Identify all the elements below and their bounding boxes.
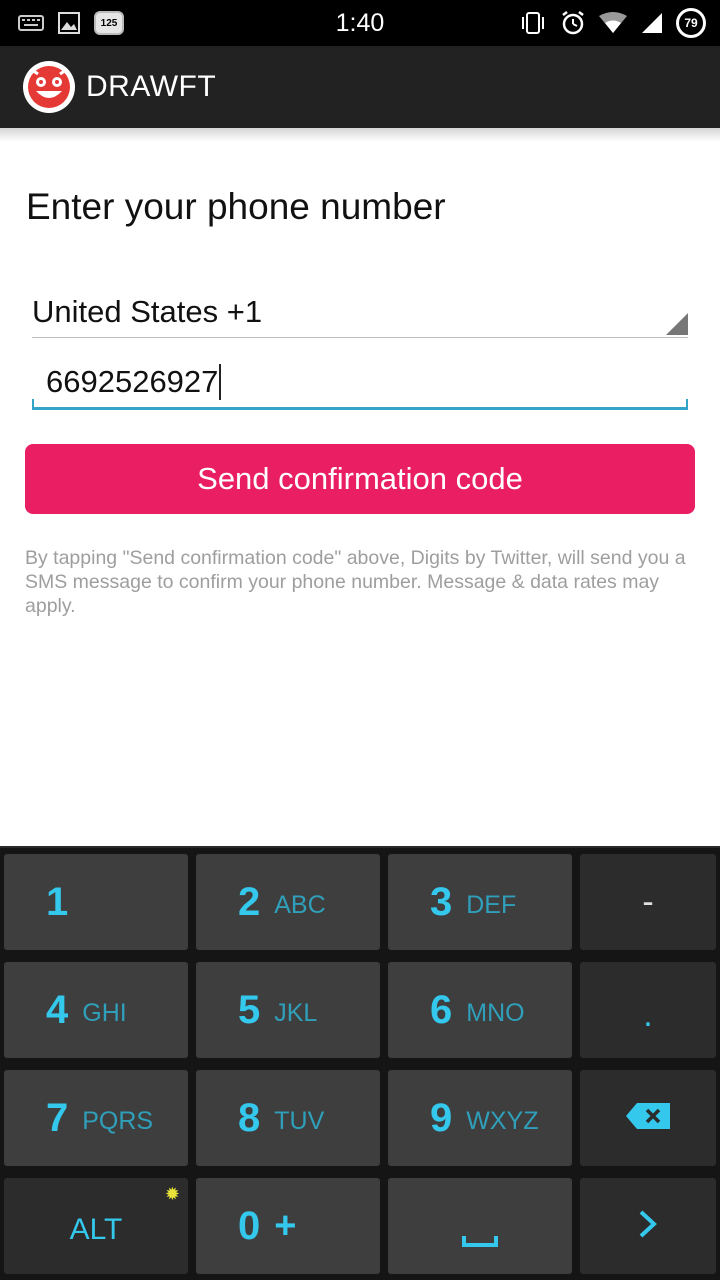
dropdown-arrow-icon [666,313,688,335]
key-dot-symbol: . [643,995,653,1034]
key-3[interactable]: 3 DEF [388,854,572,950]
key-4-digit: 4 [46,987,69,1032]
alarm-icon [560,10,586,36]
key-9[interactable]: 9 WXYZ [388,1070,572,1166]
country-code-select[interactable]: United States +1 [32,288,688,338]
key-6[interactable]: 6 MNO [388,962,572,1058]
backspace-icon [625,1102,671,1135]
alt-key[interactable]: ALT ✹ [4,1178,188,1274]
key-4-letters: GHI [82,998,127,1027]
send-confirmation-code-button[interactable]: Send confirmation code [25,444,695,514]
key-0[interactable]: 0 + [196,1178,380,1274]
key-2-digit: 2 [238,879,261,924]
next-key[interactable] [580,1178,716,1274]
status-bar: 125 1:40 79 [0,0,720,46]
key-7-digit: 7 [46,1095,69,1140]
key-5-digit: 5 [238,987,261,1032]
key-2[interactable]: 2 ABC [196,854,380,950]
key-5[interactable]: 5 JKL [196,962,380,1058]
app-title: DRAWFT [86,70,217,103]
key-8-letters: TUV [274,1106,325,1135]
app-bar: DRAWFT [0,46,720,128]
key-2-letters: ABC [274,890,326,919]
country-select-value: United States +1 [32,294,263,329]
key-0-plus: + [274,1204,297,1247]
key-1[interactable]: 1 [4,854,188,950]
next-arrow-icon [637,1209,659,1244]
vibrate-icon [518,11,548,35]
backspace-key[interactable] [580,1070,716,1166]
signal-icon [640,11,664,35]
key-5-letters: JKL [274,998,318,1027]
key-1-digit: 1 [46,879,69,924]
key-dot[interactable]: . [580,962,716,1058]
key-0-digit: 0 [238,1203,261,1248]
key-7[interactable]: 7 PQRS [4,1070,188,1166]
key-6-digit: 6 [430,987,453,1032]
wifi-icon [598,12,628,34]
phone-number-input[interactable]: 6692526927 [32,356,688,410]
key-9-letters: WXYZ [466,1106,539,1135]
numeric-keyboard: 1 2 ABC 3 DEF - 4 GHI 5 JKL 6 MNO . 7 PQ… [0,846,720,1280]
settings-gear-icon: ✹ [164,1184,180,1204]
app-bar-shadow [0,128,720,142]
space-key[interactable] [388,1178,572,1274]
status-right-icons: 79 [518,0,706,46]
key-3-digit: 3 [430,879,453,924]
key-9-digit: 9 [430,1095,453,1140]
battery-icon: 79 [676,8,706,38]
key-7-letters: PQRS [82,1106,154,1135]
alt-key-label: ALT [69,1213,123,1246]
drawft-logo-icon[interactable] [22,60,76,114]
phone-number-value: 6692526927 [46,364,222,400]
key-dash[interactable]: - [580,854,716,950]
key-8-digit: 8 [238,1095,261,1140]
key-dash-symbol: - [642,882,654,921]
disclaimer-text: By tapping "Send confirmation code" abov… [25,547,686,617]
page-title: Enter your phone number [26,186,446,227]
key-3-letters: DEF [466,890,517,919]
key-6-letters: MNO [466,998,525,1027]
key-4[interactable]: 4 GHI [4,962,188,1058]
key-8[interactable]: 8 TUV [196,1070,380,1166]
space-icon [388,1234,572,1248]
